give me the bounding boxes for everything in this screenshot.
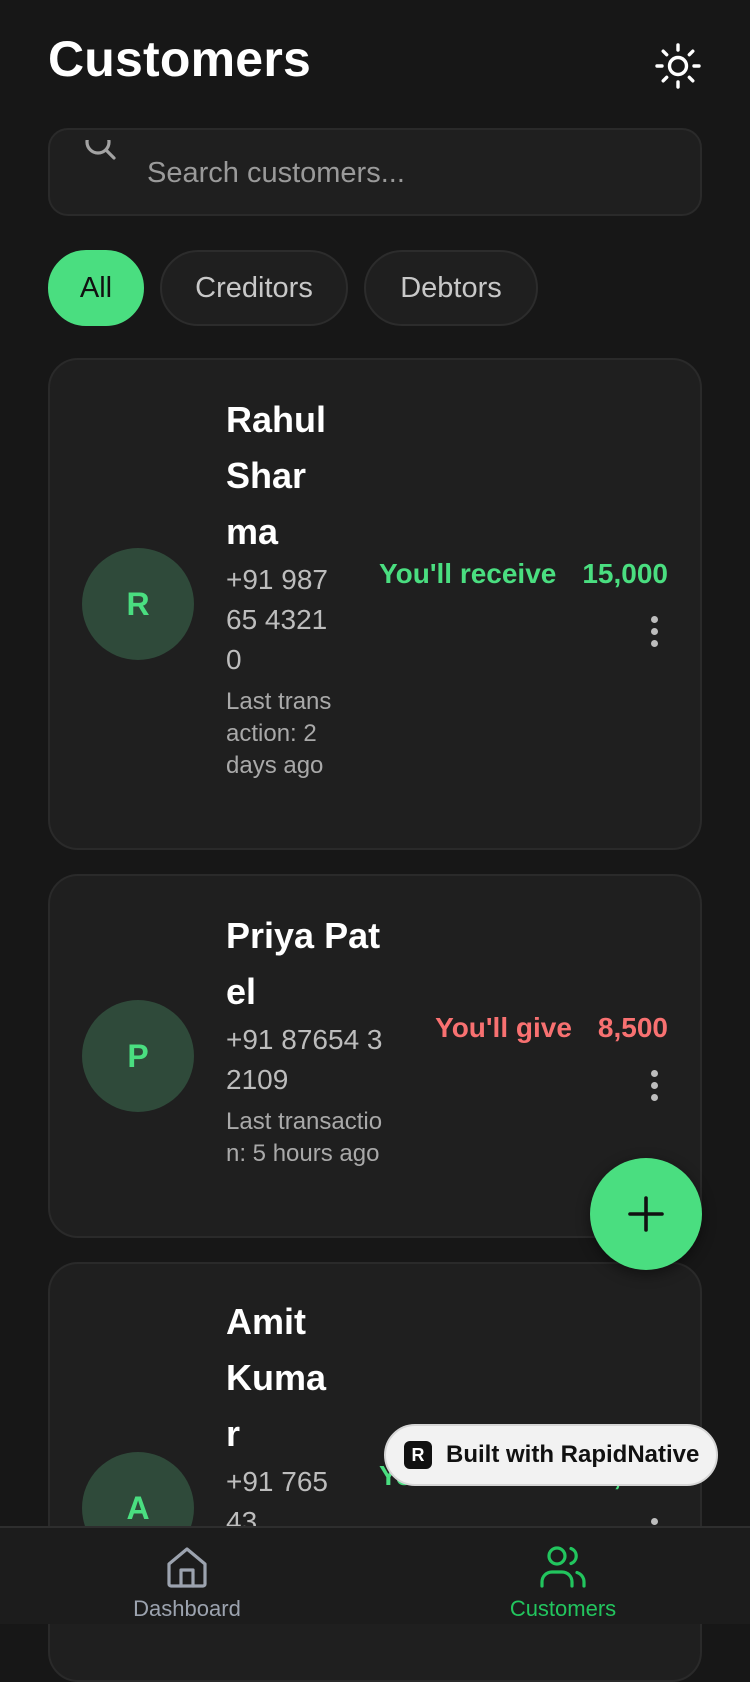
- search-bar[interactable]: [48, 128, 702, 216]
- add-customer-button[interactable]: [590, 1158, 702, 1270]
- customer-phone: +91 87654 32109: [226, 1024, 383, 1095]
- filter-chip-debtors[interactable]: Debtors: [364, 250, 538, 326]
- sun-icon: [655, 43, 701, 89]
- customer-name: Amit Kumar: [226, 1301, 327, 1454]
- filter-chip-all[interactable]: All: [48, 250, 144, 326]
- more-options-icon[interactable]: [648, 1070, 660, 1110]
- users-icon: [540, 1546, 586, 1588]
- customer-name: Priya Patel: [226, 915, 381, 1012]
- built-with-badge[interactable]: R Built with RapidNative: [384, 1424, 718, 1486]
- rapidnative-logo-icon: R: [404, 1441, 432, 1469]
- page-title: Customers: [48, 31, 311, 87]
- balance-direction: You'll receive: [379, 558, 557, 589]
- avatar: R: [82, 548, 194, 660]
- balance-amount: 15,000: [582, 558, 668, 589]
- balance-amount: 8,500: [597, 1012, 668, 1043]
- home-icon: [167, 1547, 207, 1588]
- customer-card[interactable]: R Rahul Sharma +91 98765 43210 Last tran…: [48, 358, 702, 850]
- balance-direction: You'll give: [435, 1012, 572, 1043]
- tab-customers[interactable]: Customers: [438, 1544, 688, 1626]
- theme-toggle-button[interactable]: [650, 38, 706, 94]
- filter-chip-creditors[interactable]: Creditors: [160, 250, 348, 326]
- more-options-icon[interactable]: [648, 616, 660, 656]
- avatar: P: [82, 1000, 194, 1112]
- last-transaction: Last transaction: 5 hours ago: [226, 1108, 383, 1167]
- search-input[interactable]: [145, 130, 669, 216]
- badge-label: Built with RapidNative: [446, 1441, 700, 1468]
- plus-icon: [628, 1196, 664, 1232]
- customer-name: Rahul Sharma: [226, 399, 327, 552]
- balance: You'll give 8,500: [435, 1012, 668, 1044]
- tab-label: Dashboard: [133, 1596, 241, 1621]
- balance: You'll receive 15,000: [379, 558, 668, 590]
- tab-label: Customers: [509, 1596, 617, 1621]
- bottom-tab-bar: Dashboard Customers: [0, 1526, 750, 1624]
- search-icon: [80, 140, 120, 168]
- customer-phone: +91 98765 43210: [226, 564, 328, 675]
- last-transaction: Last transaction: 2 days ago: [226, 688, 332, 779]
- tab-dashboard[interactable]: Dashboard: [62, 1544, 312, 1626]
